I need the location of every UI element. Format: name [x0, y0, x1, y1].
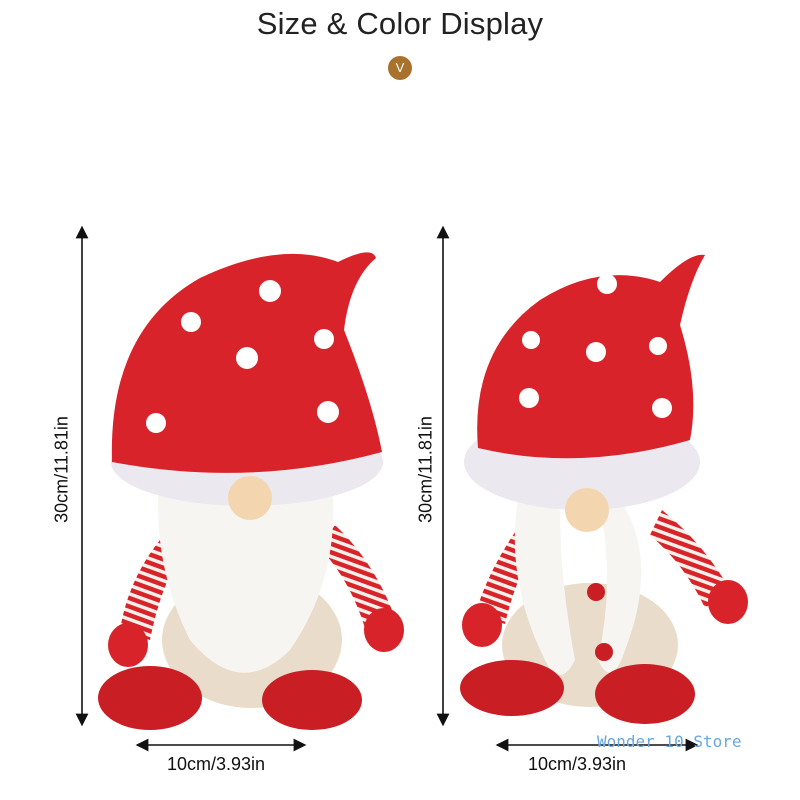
width-label-right: 10cm/3.93in [528, 754, 627, 774]
width-label-left: 10cm/3.93in [167, 754, 266, 774]
gnome-right [460, 254, 748, 724]
gnome-left [98, 252, 404, 730]
height-label-right: 30cm/11.81in [415, 416, 436, 523]
product-illustration [75, 225, 748, 752]
store-watermark: Wonder 10 Store [597, 732, 742, 751]
height-label-left: 30cm/11.81in [51, 416, 72, 523]
